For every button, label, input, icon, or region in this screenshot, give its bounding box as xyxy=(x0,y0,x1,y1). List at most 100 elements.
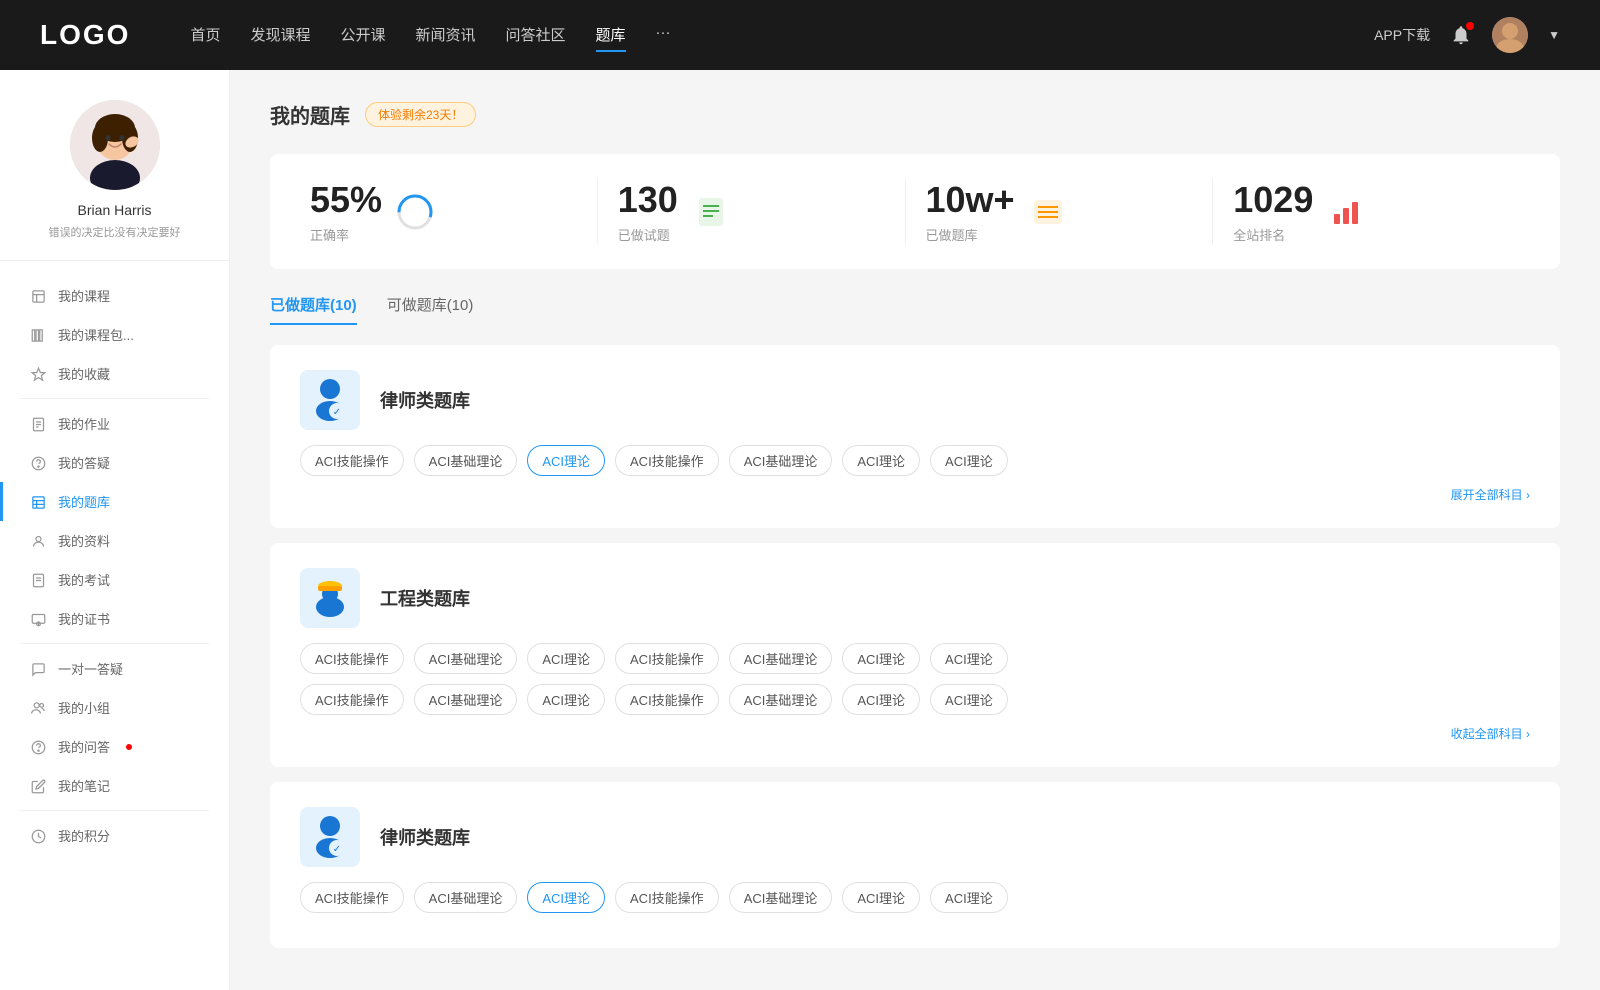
stat-done-banks-content: 10w+ 已做题库 xyxy=(926,179,1015,244)
notification-dot xyxy=(1466,22,1474,30)
nav-right: APP下载 ▼ xyxy=(1374,17,1560,53)
divider1 xyxy=(20,398,209,399)
myqa-notification-dot xyxy=(126,744,132,750)
profile-name: Brian Harris xyxy=(78,202,152,218)
tag-2a-3[interactable]: ACI理论 xyxy=(527,643,605,674)
app-download[interactable]: APP下载 xyxy=(1374,25,1430,45)
sidebar-label-certificate: 我的证书 xyxy=(58,609,110,628)
tag-2a-6[interactable]: ACI理论 xyxy=(842,643,920,674)
tag-3-5[interactable]: ACI基础理论 xyxy=(729,882,833,913)
qbank-card-lawyer-1: ✓ 律师类题库 ACI技能操作 ACI基础理论 ACI理论 ACI技能操作 AC… xyxy=(270,345,1560,528)
sidebar-item-group[interactable]: 我的小组 xyxy=(0,688,229,727)
tag-1-5[interactable]: ACI基础理论 xyxy=(729,445,833,476)
nav-qbank[interactable]: 题库 xyxy=(596,19,626,52)
tag-2b-1[interactable]: ACI技能操作 xyxy=(300,684,404,715)
myqa-icon xyxy=(30,738,46,755)
tag-2a-2[interactable]: ACI基础理论 xyxy=(414,643,518,674)
course-icon xyxy=(30,287,46,304)
doc-list-icon xyxy=(693,194,729,230)
tag-2b-2[interactable]: ACI基础理论 xyxy=(414,684,518,715)
svg-text:✓: ✓ xyxy=(333,407,341,418)
tag-2b-6[interactable]: ACI理论 xyxy=(842,684,920,715)
collapse-link-2[interactable]: 收起全部科目 › xyxy=(300,725,1530,742)
sidebar-item-myqa[interactable]: 我的问答 xyxy=(0,727,229,766)
certificate-icon xyxy=(30,610,46,627)
tag-2a-4[interactable]: ACI技能操作 xyxy=(615,643,719,674)
tag-2b-4[interactable]: ACI技能操作 xyxy=(615,684,719,715)
tab-todo[interactable]: 可做题库(10) xyxy=(387,294,474,325)
profile-motto: 错误的决定比没有决定要好 xyxy=(29,224,201,240)
notification-bell[interactable] xyxy=(1450,24,1472,46)
page-title: 我的题库 xyxy=(270,100,350,129)
tag-1-6[interactable]: ACI理论 xyxy=(842,445,920,476)
tag-1-7[interactable]: ACI理论 xyxy=(930,445,1008,476)
tag-3-6[interactable]: ACI理论 xyxy=(842,882,920,913)
sidebar-item-profile[interactable]: 我的资料 xyxy=(0,521,229,560)
stat-done-banks-label: 已做题库 xyxy=(926,225,1015,244)
tag-1-4[interactable]: ACI技能操作 xyxy=(615,445,719,476)
profile-icon xyxy=(30,532,46,549)
tag-3-2[interactable]: ACI基础理论 xyxy=(414,882,518,913)
exam-icon xyxy=(30,571,46,588)
qbank-icon xyxy=(30,493,46,510)
sidebar-item-exam[interactable]: 我的考试 xyxy=(0,560,229,599)
sidebar-item-homework[interactable]: 我的作业 xyxy=(0,404,229,443)
group-icon xyxy=(30,699,46,716)
svg-text:✓: ✓ xyxy=(333,844,341,855)
sidebar-item-certificate[interactable]: 我的证书 xyxy=(0,599,229,638)
tags-row-2b: ACI技能操作 ACI基础理论 ACI理论 ACI技能操作 ACI基础理论 AC… xyxy=(300,684,1530,715)
sidebar-item-tutor[interactable]: 一对一答疑 xyxy=(0,649,229,688)
sidebar-item-favorites[interactable]: 我的收藏 xyxy=(0,354,229,393)
divider2 xyxy=(20,643,209,644)
tag-2a-5[interactable]: ACI基础理论 xyxy=(729,643,833,674)
user-avatar[interactable] xyxy=(1492,17,1528,53)
sidebar-item-package[interactable]: 我的课程包... xyxy=(0,315,229,354)
sidebar-item-points[interactable]: 我的积分 xyxy=(0,816,229,855)
tag-2b-7[interactable]: ACI理论 xyxy=(930,684,1008,715)
nav-news[interactable]: 新闻资讯 xyxy=(416,19,476,52)
qbank-card-lawyer-2: ✓ 律师类题库 ACI技能操作 ACI基础理论 ACI理论 ACI技能操作 AC… xyxy=(270,782,1560,948)
nav-home[interactable]: 首页 xyxy=(190,19,220,52)
sidebar-item-course[interactable]: 我的课程 xyxy=(0,276,229,315)
tag-3-1[interactable]: ACI技能操作 xyxy=(300,882,404,913)
tag-3-3[interactable]: ACI理论 xyxy=(527,882,605,913)
expand-link-1[interactable]: 展开全部科目 › xyxy=(300,486,1530,503)
stat-ranking-value: 1029 xyxy=(1233,179,1313,221)
main-layout: Brian Harris 错误的决定比没有决定要好 我的课程 我的课程包... xyxy=(0,70,1600,990)
qbank-icon-lawyer-2: ✓ xyxy=(300,807,360,867)
tutor-icon xyxy=(30,660,46,677)
user-profile: Brian Harris 错误的决定比没有决定要好 xyxy=(0,100,229,261)
nav-discover[interactable]: 发现课程 xyxy=(250,19,310,52)
tag-1-2[interactable]: ACI基础理论 xyxy=(414,445,518,476)
sidebar-label-exam: 我的考试 xyxy=(58,570,110,589)
divider3 xyxy=(20,810,209,811)
tag-1-1[interactable]: ACI技能操作 xyxy=(300,445,404,476)
tag-2b-3[interactable]: ACI理论 xyxy=(527,684,605,715)
sidebar-item-qbank[interactable]: 我的题库 xyxy=(0,482,229,521)
tags-row-1: ACI技能操作 ACI基础理论 ACI理论 ACI技能操作 ACI基础理论 AC… xyxy=(300,445,1530,476)
main-content: 我的题库 体验剩余23天！ 55% 正确率 130 xyxy=(230,70,1600,990)
tag-2b-5[interactable]: ACI基础理论 xyxy=(729,684,833,715)
sidebar-label-points: 我的积分 xyxy=(58,826,110,845)
tab-done[interactable]: 已做题库(10) xyxy=(270,294,357,325)
user-dropdown-arrow[interactable]: ▼ xyxy=(1548,28,1560,42)
sidebar-label-profile: 我的资料 xyxy=(58,531,110,550)
sidebar-item-notes[interactable]: 我的笔记 xyxy=(0,766,229,805)
list-icon xyxy=(1030,194,1066,230)
nav-more[interactable]: ··· xyxy=(656,19,671,52)
tag-1-3[interactable]: ACI理论 xyxy=(527,445,605,476)
tag-3-7[interactable]: ACI理论 xyxy=(930,882,1008,913)
sidebar-label-favorites: 我的收藏 xyxy=(58,364,110,383)
pie-chart-icon xyxy=(397,194,433,230)
nav-open-course[interactable]: 公开课 xyxy=(340,19,385,52)
stat-ranking-content: 1029 全站排名 xyxy=(1233,179,1313,244)
tag-3-4[interactable]: ACI技能操作 xyxy=(615,882,719,913)
sidebar-item-qa[interactable]: 我的答疑 xyxy=(0,443,229,482)
points-icon xyxy=(30,827,46,844)
sidebar-label-notes: 我的笔记 xyxy=(58,776,110,795)
tag-2a-1[interactable]: ACI技能操作 xyxy=(300,643,404,674)
qbank-title-3: 律师类题库 xyxy=(380,824,470,850)
nav-qa[interactable]: 问答社区 xyxy=(506,19,566,52)
tag-2a-7[interactable]: ACI理论 xyxy=(930,643,1008,674)
sidebar-label-course: 我的课程 xyxy=(58,286,110,305)
